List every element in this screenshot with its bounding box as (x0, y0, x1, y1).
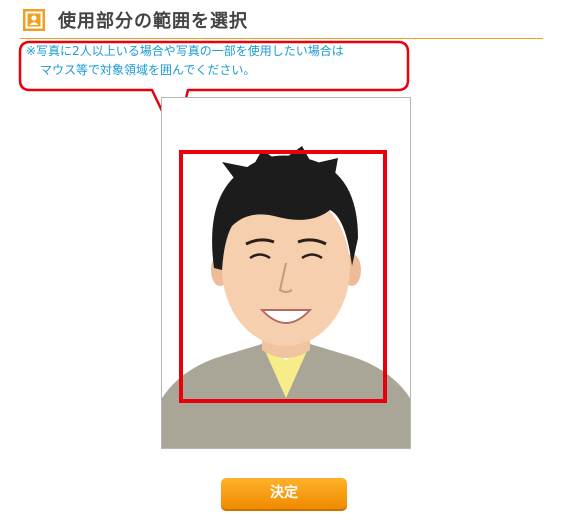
notice-text: ※写真に2人以上いる場合や写真の一部を使用したい場合は マウス等で対象領域を囲ん… (26, 42, 396, 80)
notice-line-1: ※写真に2人以上いる場合や写真の一部を使用したい場合は (26, 44, 344, 58)
decide-button[interactable]: 決定 (221, 478, 347, 511)
selection-rectangle[interactable] (179, 150, 387, 403)
notice-line-2: マウス等で対象領域を囲んでください。 (40, 63, 256, 77)
